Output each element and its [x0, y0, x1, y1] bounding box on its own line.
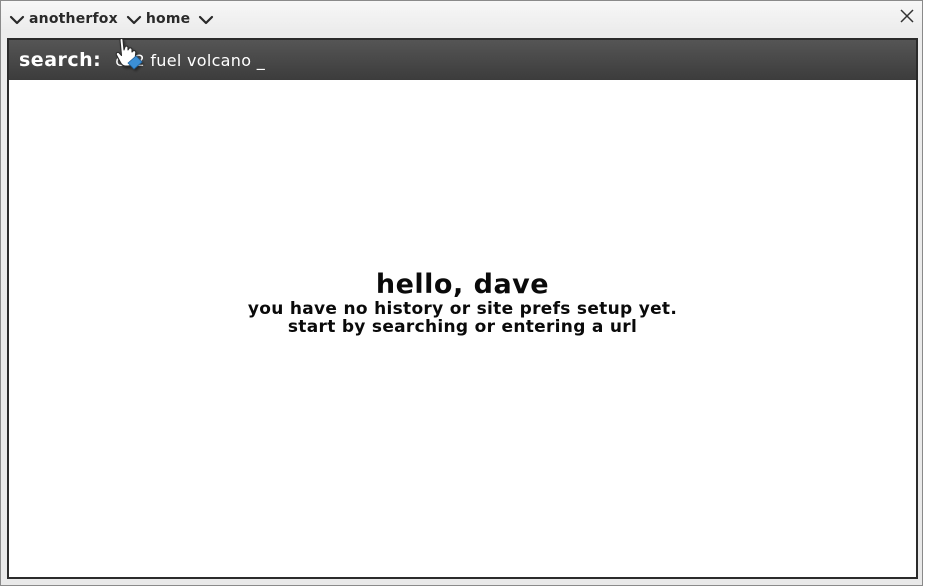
crumb-label-anotherfox[interactable]: anotherfox: [29, 11, 118, 27]
crumb-label-home[interactable]: home: [146, 11, 190, 27]
browser-window: anotherfox home search: hello, dave you …: [0, 0, 923, 586]
hand-cursor-icon: [115, 37, 143, 70]
search-input[interactable]: [115, 46, 616, 74]
close-icon[interactable]: [898, 7, 916, 25]
chevron-down-icon[interactable]: [8, 11, 26, 29]
greeting-line-1: you have no history or site prefs setup …: [247, 299, 678, 319]
title-bar: anotherfox home: [1, 1, 922, 37]
page-content: search: hello, dave you have no history …: [7, 38, 918, 579]
search-label: search:: [19, 49, 102, 71]
crumb-menu-more[interactable]: [190, 1, 218, 37]
crumb-menu-home[interactable]: home: [118, 1, 190, 37]
chevron-down-icon[interactable]: [197, 11, 215, 29]
greeting-title: hello, dave: [375, 269, 550, 300]
crumb-menu-anotherfox[interactable]: anotherfox: [1, 1, 118, 37]
greeting-line-2: start by searching or entering a url: [287, 317, 638, 337]
greeting-panel: hello, dave you have no history or site …: [9, 269, 916, 337]
chevron-down-icon[interactable]: [125, 11, 143, 29]
